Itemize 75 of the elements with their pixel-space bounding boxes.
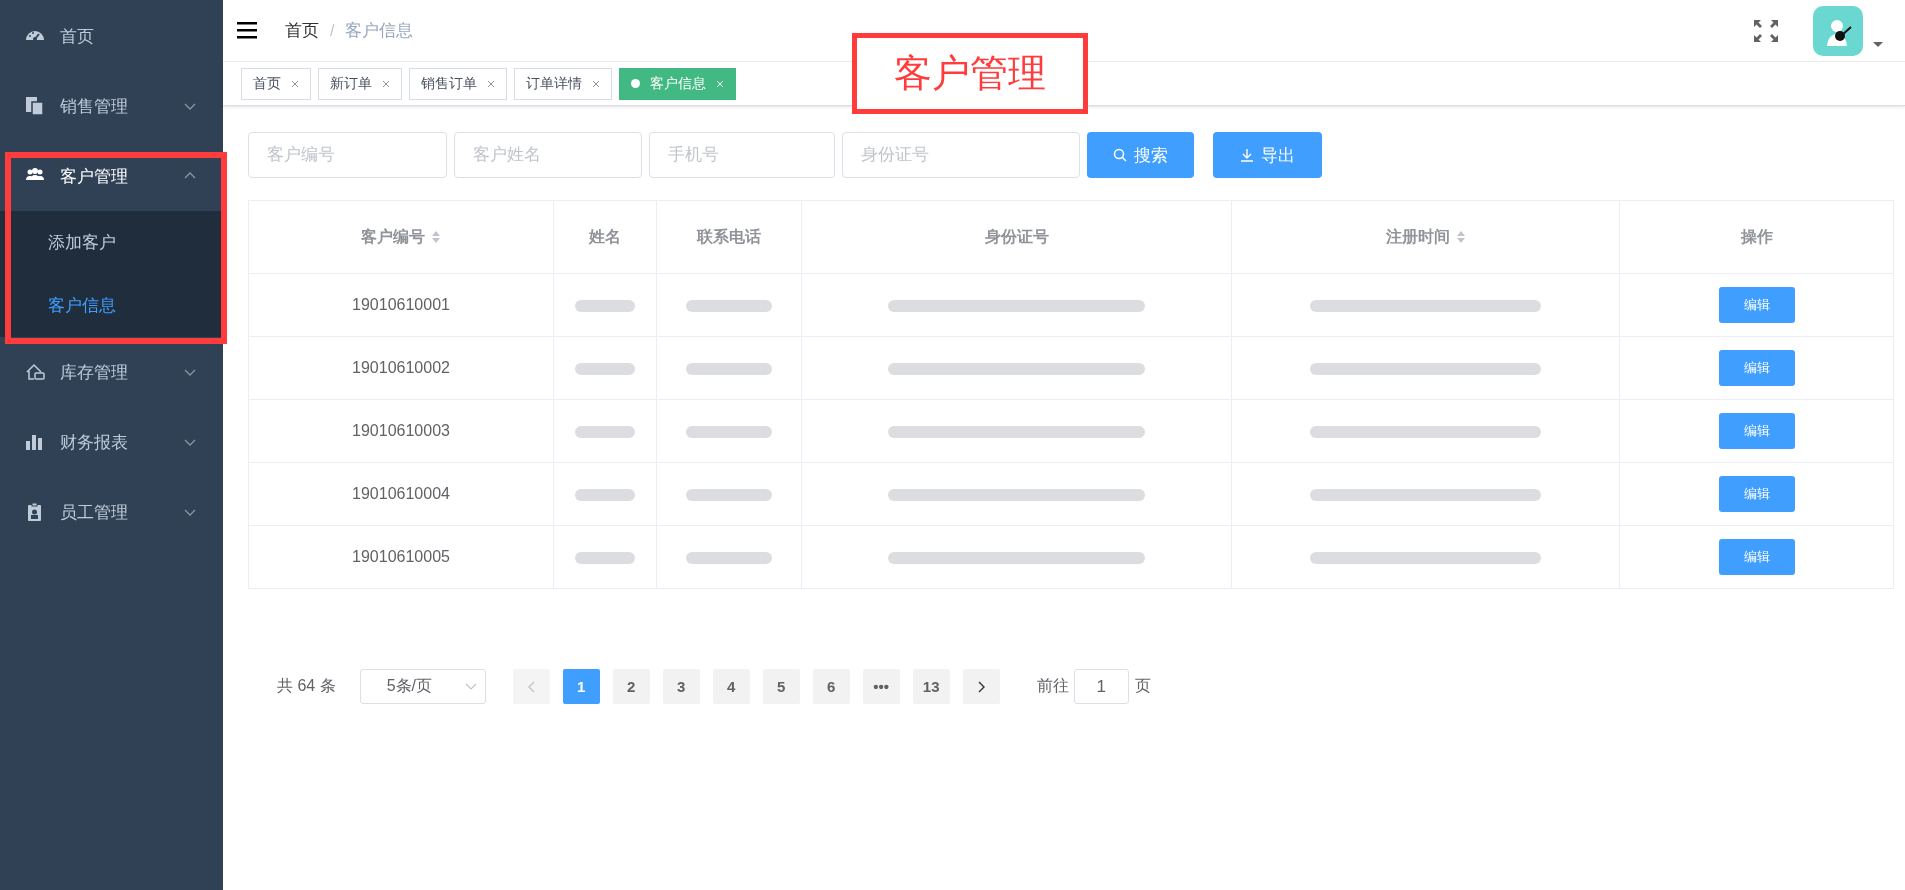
table-cell: 19010610005 (352, 548, 450, 565)
page-button[interactable]: 13 (912, 669, 950, 704)
submenu-item[interactable]: 客户信息 (0, 274, 223, 337)
search-icon (1113, 148, 1127, 162)
table-cell: 19010610001 (352, 296, 450, 313)
search-button[interactable]: 搜索 (1087, 132, 1194, 178)
table-cell: 19010610003 (352, 422, 450, 439)
download-icon (1240, 148, 1254, 162)
annotation-label: 客户管理 (852, 33, 1088, 114)
page-button[interactable]: ••• (862, 669, 900, 704)
close-icon (487, 79, 495, 88)
column-header: 操作 (1619, 200, 1894, 274)
house-icon (25, 362, 45, 382)
redaction-mark (575, 551, 635, 564)
menu-item[interactable]: 首页 (0, 1, 223, 71)
redaction-mark (575, 488, 635, 501)
caret-icon (1873, 42, 1883, 47)
edit-button[interactable]: 编辑 (1718, 287, 1795, 323)
input-field[interactable]: 身份证号 (842, 132, 1080, 178)
breadcrumb-item[interactable]: 首页 (285, 19, 319, 42)
close-icon (291, 79, 299, 88)
page-button[interactable]: 6 (812, 669, 850, 704)
page-button[interactable]: 2 (612, 669, 650, 704)
edit-button[interactable]: 编辑 (1718, 539, 1795, 575)
column-header: 身份证号 (801, 200, 1232, 274)
fullscreen-icon[interactable] (1754, 19, 1778, 42)
chevron-left-icon (527, 680, 535, 693)
page-button[interactable]: 1 (562, 669, 600, 704)
input-field[interactable]: 手机号 (649, 132, 835, 178)
menu-icon (237, 21, 257, 40)
submenu-item[interactable]: 添加客户 (0, 211, 223, 274)
menu-item[interactable]: 库存管理 (0, 337, 223, 407)
tab[interactable]: 首页 (241, 67, 311, 100)
documents-icon (25, 96, 45, 116)
input-field[interactable]: 客户姓名 (454, 132, 642, 178)
edit-button[interactable]: 编辑 (1718, 350, 1795, 386)
menu-item[interactable]: 财务报表 (0, 407, 223, 477)
page-button[interactable]: 5 (762, 669, 800, 704)
tab[interactable]: 新订单 (318, 67, 402, 100)
breadcrumb-separator: / (330, 21, 335, 40)
edit-button[interactable]: 编辑 (1718, 413, 1795, 449)
menu-item[interactable]: 员工管理 (0, 477, 223, 547)
column-header[interactable]: 客户编号 (248, 200, 554, 274)
close-icon (592, 79, 600, 88)
table-cell: 19010610002 (352, 359, 450, 376)
bar-chart-icon (25, 432, 45, 452)
tab[interactable]: 订单详情 (514, 67, 612, 100)
redaction-mark (575, 362, 635, 375)
edit-button[interactable]: 编辑 (1718, 476, 1795, 512)
breadcrumb-item: 客户信息 (345, 20, 414, 42)
tab[interactable]: 销售订单 (409, 67, 507, 100)
export-button[interactable]: 导出 (1213, 132, 1322, 178)
column-header: 姓名 (553, 200, 657, 274)
column-header[interactable]: 注册时间 (1231, 200, 1620, 274)
redaction-mark (575, 425, 635, 438)
sort-icon (1455, 230, 1466, 244)
redaction-mark (575, 299, 635, 312)
page-size-select[interactable]: 5条/页 (359, 669, 486, 704)
goto-unit-label: 页 (1134, 676, 1151, 696)
chevron-down-icon (464, 683, 477, 690)
close-icon (382, 79, 390, 88)
sort-icon (431, 230, 441, 244)
page-button[interactable]: 4 (712, 669, 750, 704)
close-icon (716, 79, 724, 88)
dot-icon (631, 79, 640, 88)
input-field[interactable]: 客户编号 (248, 132, 447, 178)
total-count: 共 64 条 (277, 676, 336, 696)
page-button[interactable]: 3 (662, 669, 700, 704)
page-number-field[interactable]: 1 (1073, 669, 1129, 704)
menu-item[interactable]: 销售管理 (0, 71, 223, 141)
goto-label: 前往 (1036, 676, 1069, 696)
chevron-right-icon (977, 680, 985, 693)
column-header: 联系电话 (656, 200, 802, 274)
next-page-button[interactable] (962, 669, 1000, 704)
table-cell: 19010610004 (352, 485, 450, 502)
